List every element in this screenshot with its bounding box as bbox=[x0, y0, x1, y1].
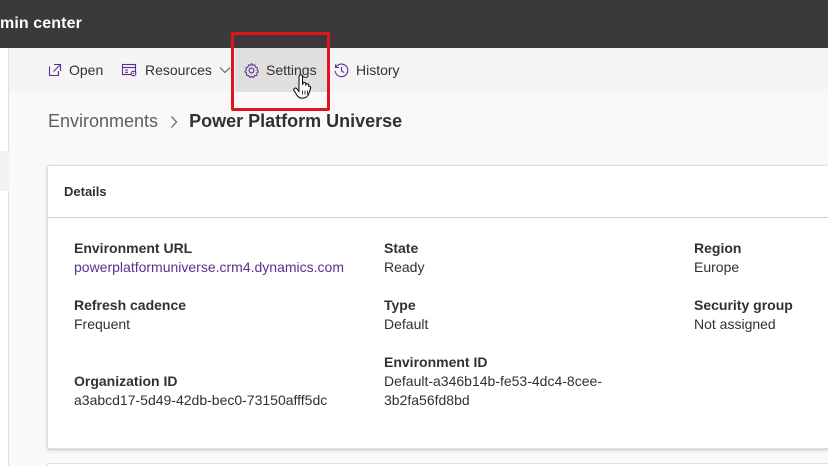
region-value: Europe bbox=[694, 259, 740, 275]
security-group-field: Security group Not assigned bbox=[694, 296, 793, 334]
chevron-right-icon bbox=[170, 115, 178, 129]
environment-url-field: Environment URL powerplatformuniverse.cr… bbox=[74, 239, 344, 277]
breadcrumb: Environments Power Platform Universe bbox=[48, 111, 402, 132]
open-external-icon bbox=[47, 62, 63, 78]
open-button[interactable]: Open bbox=[47, 48, 103, 92]
left-nav-selected-item[interactable] bbox=[0, 151, 9, 191]
refresh-cadence-value: Frequent bbox=[74, 316, 131, 332]
resources-label: Resources bbox=[145, 62, 212, 78]
page-title: Power Platform Universe bbox=[189, 111, 403, 131]
command-bar: Open Resources Settings History bbox=[9, 48, 828, 92]
history-label: History bbox=[356, 62, 400, 78]
organization-id-label: Organization ID bbox=[74, 373, 178, 389]
environment-id-label: Environment ID bbox=[384, 354, 488, 370]
state-value: Ready bbox=[384, 259, 425, 275]
security-group-label: Security group bbox=[694, 297, 793, 313]
type-value: Default bbox=[384, 316, 429, 332]
type-label: Type bbox=[384, 297, 416, 313]
state-label: State bbox=[384, 240, 419, 256]
environment-url-link[interactable]: powerplatformuniverse.crm4.dynamics.com bbox=[74, 258, 344, 277]
region-field: Region Europe bbox=[694, 239, 741, 277]
refresh-cadence-field: Refresh cadence Frequent bbox=[74, 296, 186, 334]
refresh-cadence-label: Refresh cadence bbox=[74, 297, 187, 313]
settings-highlight-box bbox=[231, 32, 330, 111]
organization-id-field: Organization ID a3abcd17-5d49-42db-bec0-… bbox=[74, 372, 327, 410]
app-header: min center bbox=[0, 0, 828, 48]
app-title: min center bbox=[0, 15, 82, 32]
resources-icon bbox=[121, 62, 139, 78]
history-icon bbox=[333, 62, 350, 79]
open-label: Open bbox=[69, 62, 104, 78]
details-heading: Details bbox=[64, 184, 107, 199]
history-button[interactable]: History bbox=[333, 48, 400, 92]
chevron-down-icon bbox=[219, 66, 231, 74]
environment-id-value-line1: Default-a346b14b-fe53-4dc4-8cee- bbox=[384, 373, 602, 389]
security-group-value: Not assigned bbox=[694, 316, 776, 332]
details-card: Details Environment URL powerplatformuni… bbox=[47, 165, 828, 449]
environment-id-field: Environment ID Default-a346b14b-fe53-4dc… bbox=[384, 353, 602, 410]
region-label: Region bbox=[694, 240, 742, 256]
hand-cursor-icon bbox=[293, 74, 313, 107]
resources-dropdown[interactable]: Resources bbox=[121, 48, 231, 92]
state-field: State Ready bbox=[384, 239, 424, 277]
organization-id-value: a3abcd17-5d49-42db-bec0-73150afff5dc bbox=[74, 392, 328, 408]
breadcrumb-environments-link[interactable]: Environments bbox=[48, 111, 158, 132]
environment-id-value-line2: 3b2fa56fd8bd bbox=[384, 392, 470, 408]
environment-url-label: Environment URL bbox=[74, 240, 193, 256]
details-card-header: Details bbox=[48, 166, 828, 218]
left-navigation bbox=[0, 48, 9, 466]
type-field: Type Default bbox=[384, 296, 428, 334]
